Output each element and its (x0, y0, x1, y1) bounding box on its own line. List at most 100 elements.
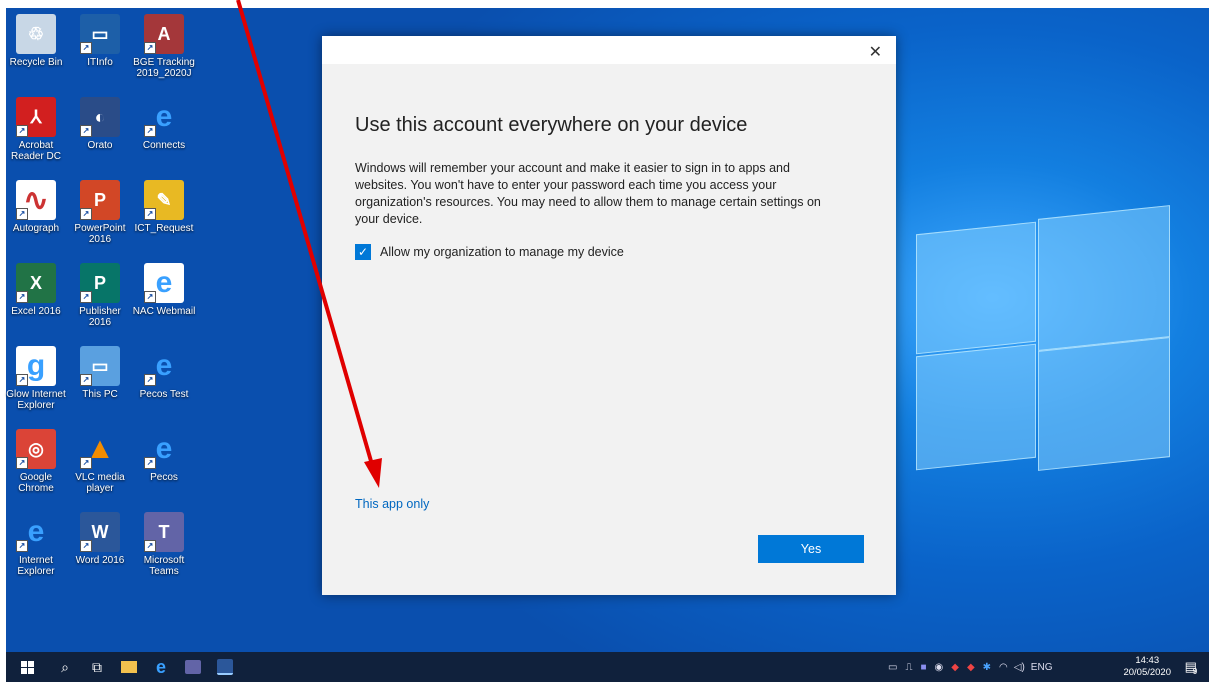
desktop-icon[interactable]: e ↗ NAC Webmail (132, 263, 196, 317)
manage-device-checkbox-row[interactable]: ✓ Allow my organization to manage my dev… (355, 244, 624, 260)
search-icon[interactable]: ⌕ (50, 652, 80, 682)
autograph-icon: ∿ ↗ (16, 180, 56, 220)
clock-date: 20/05/2020 (1123, 667, 1171, 678)
orato-icon: ◐ ↗ (80, 97, 120, 137)
ie-icon: e ↗ (16, 512, 56, 552)
excel-icon: X ↗ (16, 263, 56, 303)
notification-count: 9 (1192, 666, 1198, 676)
desktop-icon[interactable]: ♲ Recycle Bin (4, 14, 68, 68)
checkmark-icon[interactable]: ✓ (355, 244, 371, 260)
shortcut-arrow-icon: ↗ (144, 42, 156, 54)
dialog-titlebar (322, 36, 896, 64)
recycle-bin-icon: ♲ (16, 14, 56, 54)
desktop-icon[interactable]: e ↗ Pecos (132, 429, 196, 483)
taskbar: ⌕ ⧉ e ▭ ⎍ ■ ◉ ◆ ◆ ✱ ◠ ◁) ENG 14:43 20/05… (6, 652, 1209, 682)
desktop-icon-label: Word 2016 (75, 555, 125, 566)
desktop-icon[interactable]: g ↗ Glow Internet Explorer (4, 346, 68, 411)
ict-request-icon: ✎ ↗ (144, 180, 184, 220)
shortcut-arrow-icon: ↗ (144, 291, 156, 303)
desktop-icon[interactable]: ▭ ↗ ITInfo (68, 14, 132, 68)
ie-file-icon: e ↗ (144, 263, 184, 303)
desktop-icon-label: Acrobat Reader DC (10, 140, 62, 162)
shortcut-arrow-icon: ↗ (80, 540, 92, 552)
desktop-icon[interactable]: X ↗ Excel 2016 (4, 263, 68, 317)
language-indicator[interactable]: ENG (1031, 662, 1053, 673)
dialog-body: Windows will remember your account and m… (355, 161, 821, 226)
sync-tray-icon[interactable]: ◉ (935, 662, 944, 673)
desktop-icon-label: Google Chrome (18, 472, 54, 494)
desktop-icon-label: ICT_Request (134, 223, 194, 234)
desktop-icon[interactable]: ∿ ↗ Autograph (4, 180, 68, 234)
shortcut-arrow-icon: ↗ (144, 208, 156, 220)
desktop-icon-label: NAC Webmail (132, 306, 196, 317)
desktop-icon-label: Excel 2016 (11, 306, 61, 317)
desktop-icon[interactable]: A ↗ BGE Tracking 2019_2020J (132, 14, 196, 79)
shortcut-arrow-icon: ↗ (80, 374, 92, 386)
desktop-icon[interactable]: e ↗ Connects (132, 97, 196, 151)
shortcut-arrow-icon: ↗ (16, 208, 28, 220)
shortcut-arrow-icon: ↗ (16, 374, 28, 386)
ie-taskbar-icon[interactable]: e (146, 652, 176, 682)
desktop-icon-label: Orato (87, 140, 113, 151)
desktop-icon-label: Recycle Bin (9, 57, 63, 68)
desktop-icon[interactable]: ✎ ↗ ICT_Request (132, 180, 196, 234)
clock[interactable]: 14:43 20/05/2020 (1123, 655, 1171, 679)
word-icon: W ↗ (80, 512, 120, 552)
teams-taskbar-icon[interactable] (178, 652, 208, 682)
start-button[interactable] (12, 652, 42, 682)
teams-icon: T ↗ (144, 512, 184, 552)
teams-tray-icon[interactable]: ■ (920, 662, 926, 673)
desktop-icon-label: Pecos Test (139, 389, 189, 400)
clock-time: 14:43 (1135, 655, 1160, 666)
access-file-icon: A ↗ (144, 14, 184, 54)
glow-file-icon: g ↗ (16, 346, 56, 386)
file-explorer-taskbar-icon[interactable] (114, 652, 144, 682)
desktop-icon[interactable]: ◐ ↗ Orato (68, 97, 132, 151)
desktop-icon[interactable]: ⅄ ↗ Acrobat Reader DC (4, 97, 68, 162)
this-app-only-link[interactable]: This app only (355, 497, 429, 511)
shortcut-arrow-icon: ↗ (16, 291, 28, 303)
bluetooth-icon[interactable]: ✱ (983, 662, 991, 673)
shortcut-arrow-icon: ↗ (16, 540, 28, 552)
volume-icon[interactable]: ◁) (1014, 662, 1025, 673)
desktop-icon-label: This PC (82, 389, 118, 400)
acrobat-icon: ⅄ ↗ (16, 97, 56, 137)
shortcut-arrow-icon: ↗ (144, 374, 156, 386)
ie-icon: e ↗ (144, 346, 184, 386)
desktop-icon[interactable]: ◎ ↗ Google Chrome (4, 429, 68, 494)
monitor-icon: ▭ ↗ (80, 14, 120, 54)
dialog-title: Use this account everywhere on your devi… (355, 114, 748, 136)
shortcut-arrow-icon: ↗ (80, 291, 92, 303)
desktop-icon-label: ITInfo (87, 57, 113, 68)
powerpoint-icon: P ↗ (80, 180, 120, 220)
task-view-icon[interactable]: ⧉ (82, 652, 112, 682)
desktop-icon[interactable]: W ↗ Word 2016 (68, 512, 132, 566)
usb-icon[interactable]: ⎍ (905, 662, 912, 673)
shortcut-arrow-icon: ↗ (80, 125, 92, 137)
desktop-icon-label: VLC media player (75, 472, 125, 494)
desktop-icon[interactable]: P ↗ PowerPoint 2016 (68, 180, 132, 245)
desktop-icon-label: Pecos (150, 472, 178, 483)
shortcut-arrow-icon: ↗ (80, 42, 92, 54)
desktop-icon[interactable]: e ↗ Pecos Test (132, 346, 196, 400)
desktop-icon-label: Connects (142, 140, 186, 151)
desktop-icon[interactable]: e ↗ Internet Explorer (4, 512, 68, 577)
antivirus-tray-icon[interactable]: ◆ (967, 662, 975, 673)
shortcut-arrow-icon: ↗ (80, 208, 92, 220)
ie-icon: e ↗ (144, 97, 184, 137)
desktop-icon-label: Autograph (12, 223, 60, 234)
security-tray-icon[interactable]: ◆ (951, 662, 959, 673)
yes-button[interactable]: Yes (758, 535, 864, 563)
close-button[interactable]: ✕ (869, 42, 882, 62)
account-dialog: ✕ Use this account everywhere on your de… (322, 36, 896, 595)
desktop-icon[interactable]: ▲ ↗ VLC media player (68, 429, 132, 494)
desktop-icon[interactable]: ▭ ↗ This PC (68, 346, 132, 400)
desktop-icon[interactable]: P ↗ Publisher 2016 (68, 263, 132, 328)
notification-center[interactable]: ▤ 9 (1177, 652, 1205, 682)
wifi-icon[interactable]: ◠ (999, 662, 1008, 673)
word-taskbar-icon[interactable] (210, 652, 240, 682)
windows-wallpaper-logo (876, 198, 1176, 478)
shortcut-arrow-icon: ↗ (80, 457, 92, 469)
desktop-icon[interactable]: T ↗ Microsoft Teams (132, 512, 196, 577)
battery-icon[interactable]: ▭ (888, 662, 897, 673)
